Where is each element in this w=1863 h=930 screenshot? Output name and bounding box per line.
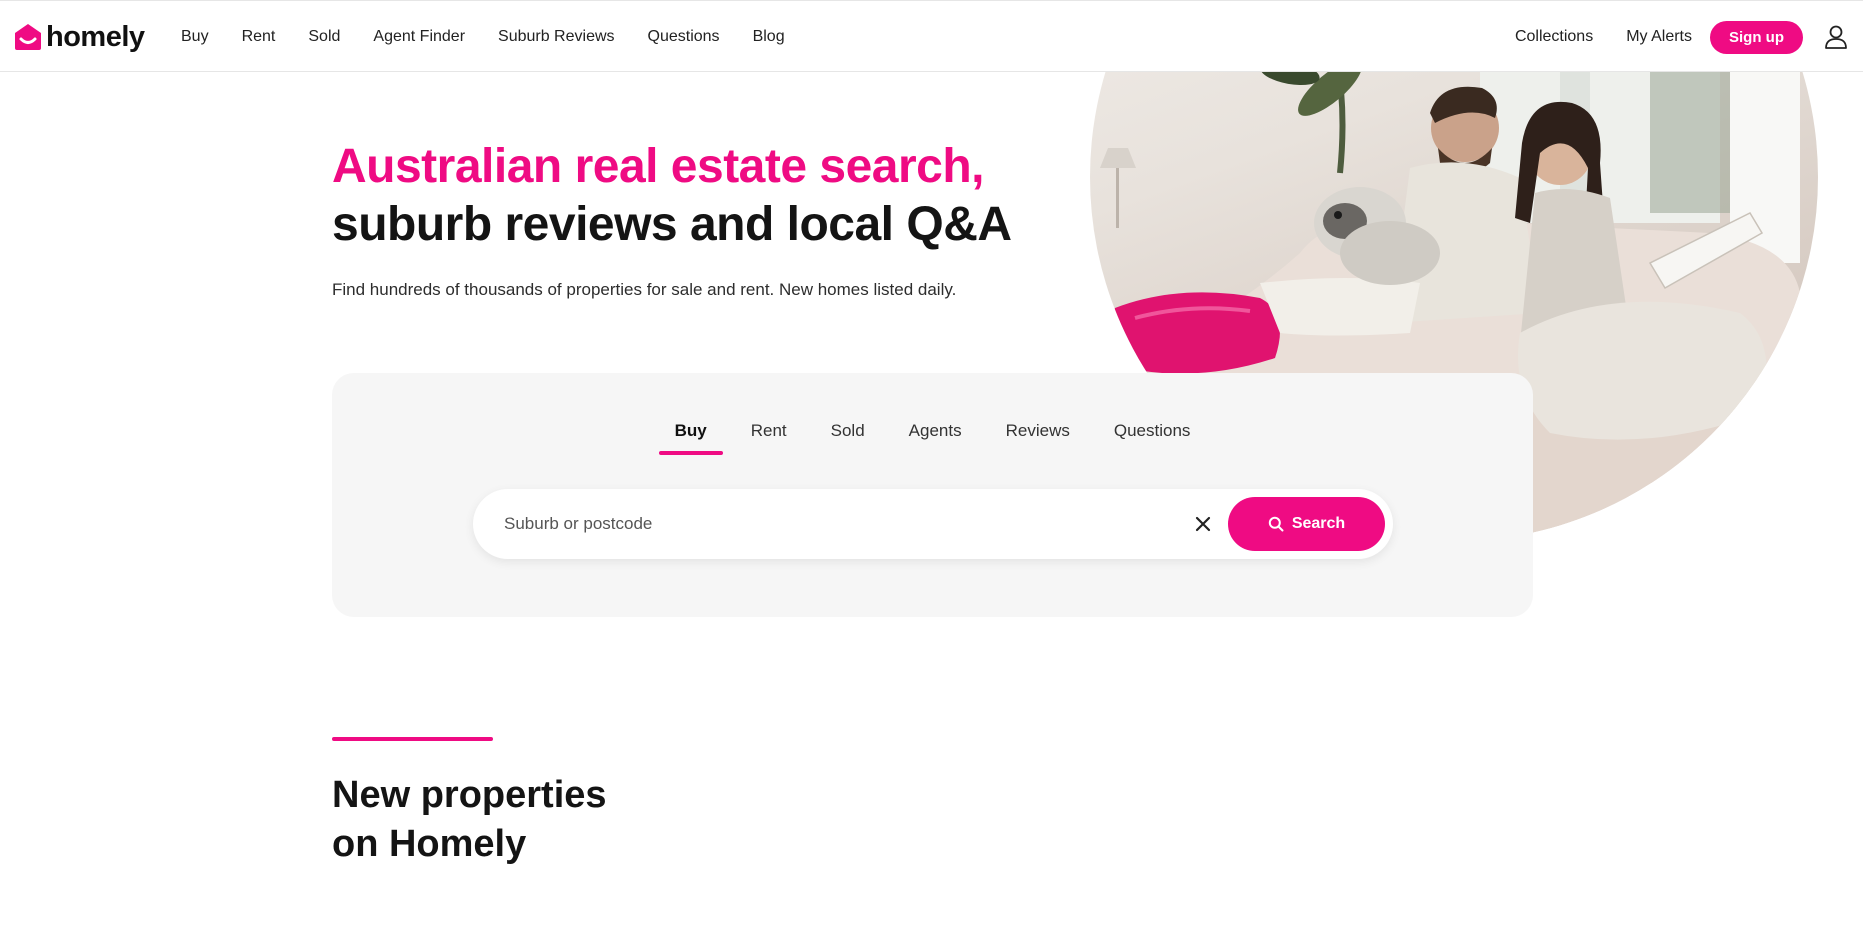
hero-title: Australian real estate search, suburb re… [332, 138, 1052, 254]
signup-button[interactable]: Sign up [1710, 20, 1803, 54]
nav-link-sold[interactable]: Sold [308, 28, 340, 46]
new-properties-heading-line-1: New properties [332, 774, 607, 816]
primary-nav: Buy Rent Sold Agent Finder Suburb Review… [181, 1, 818, 73]
hero-title-line-2: suburb reviews and local Q&A [332, 198, 1012, 251]
logo-wordmark: homely [46, 20, 145, 53]
homely-logo[interactable]: homely [14, 19, 145, 55]
account-nav: Collections My Alerts Sign up [1482, 1, 1849, 73]
tab-questions[interactable]: Questions [1114, 421, 1191, 455]
nav-link-questions[interactable]: Questions [648, 28, 720, 46]
nav-link-my-alerts[interactable]: My Alerts [1626, 28, 1692, 46]
nav-link-collections[interactable]: Collections [1515, 28, 1593, 46]
search-tabs: Buy Rent Sold Agents Reviews Questions [332, 421, 1533, 455]
house-logo-icon [15, 24, 41, 50]
tab-sold[interactable]: Sold [831, 421, 865, 455]
section-accent-rule [332, 737, 493, 741]
nav-link-rent[interactable]: Rent [242, 28, 276, 46]
hero-subtitle: Find hundreds of thousands of properties… [332, 280, 957, 299]
user-icon[interactable] [1823, 24, 1849, 50]
tab-reviews[interactable]: Reviews [1006, 421, 1070, 455]
nav-link-suburb-reviews[interactable]: Suburb Reviews [498, 28, 615, 46]
search-bar: Search [473, 489, 1393, 559]
search-button-label: Search [1291, 515, 1346, 532]
search-panel: Buy Rent Sold Agents Reviews Questions S… [332, 373, 1533, 617]
tab-buy[interactable]: Buy [658, 421, 723, 455]
top-navigation: homely Buy Rent Sold Agent Finder Suburb… [0, 0, 1863, 72]
close-icon[interactable] [1192, 513, 1214, 535]
nav-link-agent-finder[interactable]: Agent Finder [373, 28, 465, 46]
search-icon [1268, 516, 1284, 532]
tab-agents[interactable]: Agents [909, 421, 962, 455]
search-button[interactable]: Search [1228, 497, 1385, 551]
new-properties-heading-line-2: on Homely [332, 823, 527, 865]
nav-link-buy[interactable]: Buy [181, 28, 209, 46]
hero-title-line-1: Australian real estate search, [332, 140, 985, 193]
nav-link-blog[interactable]: Blog [753, 28, 785, 46]
suburb-search-input[interactable] [504, 508, 1144, 540]
tab-rent[interactable]: Rent [751, 421, 787, 455]
new-properties-heading: New properties on Homely [332, 771, 607, 869]
